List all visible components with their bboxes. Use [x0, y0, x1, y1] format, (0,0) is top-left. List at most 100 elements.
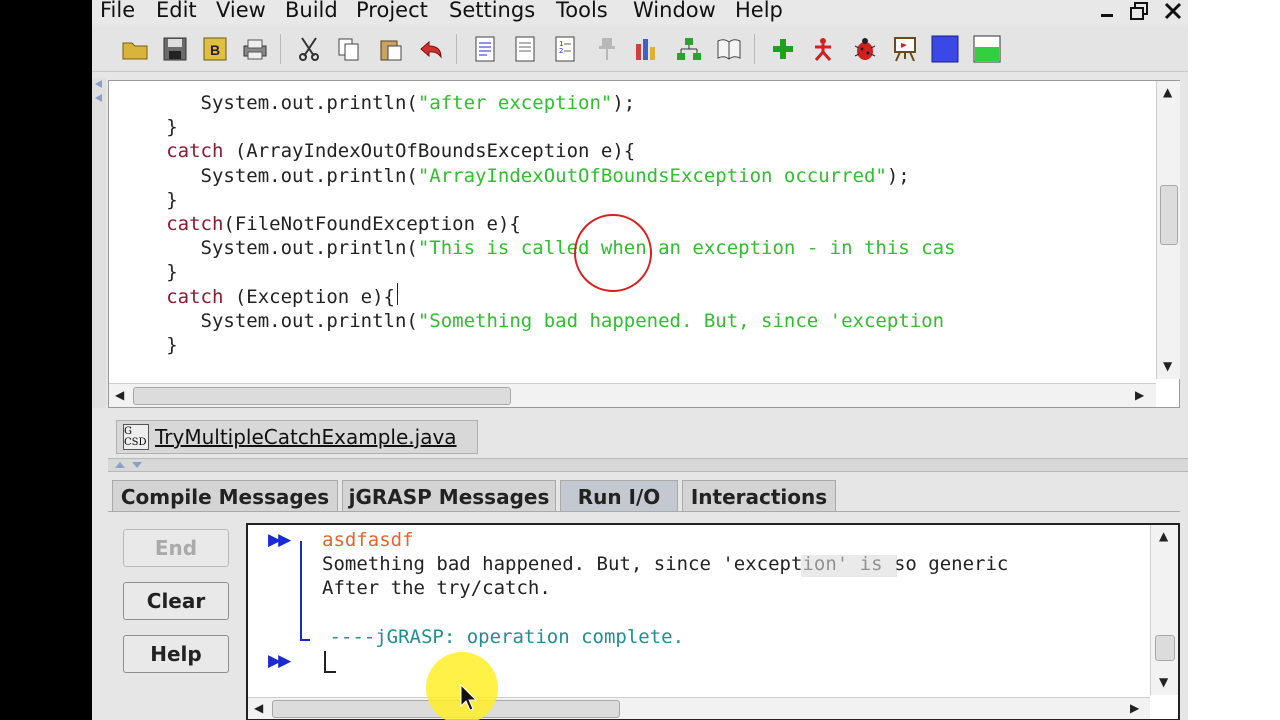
code-text: System.out.println(	[109, 92, 418, 114]
input-prompt-icon: ▶▶	[268, 651, 291, 671]
debug-bug-icon[interactable]	[848, 32, 882, 66]
editor-vertical-scrollbar[interactable]: ▲ ▼	[1156, 81, 1180, 379]
console-vscroll-thumb[interactable]	[1155, 635, 1175, 661]
console-output-line: After the try/catch.	[322, 577, 551, 599]
menu-settings[interactable]: Settings	[449, 0, 535, 22]
backup-icon[interactable]: B	[198, 32, 232, 66]
editor-horizontal-scrollbar[interactable]: ◀ ▶	[109, 383, 1156, 407]
scroll-right-arrow-icon[interactable]: ▶	[1135, 388, 1144, 402]
toolbar-separator	[280, 34, 281, 64]
annotation-circle	[574, 214, 652, 292]
code-text: System.out.println(	[109, 164, 418, 187]
toolbar-separator	[456, 34, 457, 64]
code-text: );	[886, 164, 910, 187]
code-text: System.out.println(	[109, 309, 418, 332]
paste-icon[interactable]	[374, 32, 408, 66]
output-bracket-foot	[300, 639, 310, 641]
code-text: }	[109, 261, 178, 284]
code-line[interactable]: catch (ArrayIndexOutOfBoundsException e)…	[109, 139, 1149, 163]
end-button[interactable]: End	[123, 529, 229, 567]
tab-interactions[interactable]: Interactions	[682, 480, 836, 512]
pane-splitter[interactable]	[108, 458, 1188, 472]
svg-text:B: B	[210, 42, 220, 58]
toolbar: B 12	[92, 26, 1188, 72]
gcsd-file-icon: G CSD	[123, 424, 149, 450]
scroll-right-arrow-icon[interactable]: ▶	[1130, 701, 1139, 715]
console-cursor-foot	[324, 671, 336, 673]
easel-icon[interactable]	[888, 32, 922, 66]
code-line[interactable]: }	[109, 188, 1149, 212]
run-io-panel: End Clear Help ▶▶ asdfasdf Something bad…	[108, 511, 1180, 720]
clear-button[interactable]: Clear	[123, 582, 229, 620]
green-square-icon[interactable]	[970, 32, 1004, 66]
scroll-up-arrow-icon[interactable]: ▲	[1159, 529, 1168, 543]
editor-hscroll-thumb[interactable]	[133, 387, 511, 405]
menu-help[interactable]: Help	[735, 0, 783, 22]
book-icon[interactable]	[712, 32, 746, 66]
code-keyword: catch	[166, 212, 224, 235]
scroll-down-arrow-icon[interactable]: ▼	[1163, 359, 1172, 373]
file-tab-bar: G CSD TryMultipleCatchExample.java	[108, 414, 1188, 458]
tab-run-io[interactable]: Run I/O	[560, 480, 678, 512]
code-keyword: catch	[166, 140, 224, 163]
plus-icon[interactable]	[766, 32, 800, 66]
minimize-icon[interactable]	[1092, 0, 1122, 22]
run-io-console[interactable]: ▶▶ asdfasdf Something bad happened. But,…	[246, 523, 1180, 720]
code-line[interactable]: }	[109, 333, 1149, 357]
code-text: }	[109, 116, 178, 139]
menu-project[interactable]: Project	[356, 0, 428, 22]
editor-gutter	[92, 78, 106, 408]
copy-icon[interactable]	[332, 32, 366, 66]
hierarchy-icon[interactable]	[672, 32, 706, 66]
console-input-text: asdfasdf	[322, 529, 414, 551]
document-lines-icon[interactable]	[508, 32, 542, 66]
svg-text:2: 2	[559, 47, 563, 55]
pin-icon[interactable]	[590, 32, 624, 66]
chart-icon[interactable]	[630, 32, 664, 66]
help-button[interactable]: Help	[123, 635, 229, 673]
scroll-up-arrow-icon[interactable]: ▲	[1163, 85, 1172, 99]
file-tab[interactable]: G CSD TryMultipleCatchExample.java	[116, 420, 478, 454]
menu-file[interactable]: File	[100, 0, 135, 22]
open-folder-icon[interactable]	[118, 32, 152, 66]
code-text: (Exception e){	[223, 285, 395, 308]
menu-view[interactable]: View	[216, 0, 266, 22]
code-text: );	[612, 92, 636, 114]
tab-jgrasp-messages[interactable]: jGRASP Messages	[342, 480, 556, 512]
scroll-down-arrow-icon[interactable]: ▼	[1159, 675, 1168, 689]
code-line[interactable]: System.out.println("Something bad happen…	[109, 309, 1149, 333]
editor-vscroll-thumb[interactable]	[1160, 185, 1178, 245]
console-cursor	[324, 651, 326, 673]
console-horizontal-scrollbar[interactable]: ◀ ▶	[248, 697, 1150, 719]
menu-window[interactable]: Window	[633, 0, 716, 22]
code-line[interactable]: }	[109, 115, 1149, 139]
code-line[interactable]: System.out.println("after exception");	[109, 91, 1149, 115]
cut-icon[interactable]	[292, 32, 326, 66]
operation-complete-text: ----jGRASP: operation complete.	[318, 626, 685, 648]
code-string: "This is called when an exception - in t…	[417, 237, 956, 260]
code-string: "after exception"	[417, 92, 613, 114]
close-icon[interactable]	[1158, 0, 1188, 22]
menu-edit[interactable]: Edit	[156, 0, 197, 22]
tab-compile-messages[interactable]: Compile Messages	[112, 480, 338, 512]
scroll-left-arrow-icon[interactable]: ◀	[254, 701, 263, 715]
menu-tools[interactable]: Tools	[556, 0, 608, 22]
code-line[interactable]: System.out.println("ArrayIndexOutOfBound…	[109, 164, 1149, 188]
restore-icon[interactable]	[1124, 0, 1154, 22]
undo-icon[interactable]	[414, 32, 448, 66]
document-icon[interactable]	[468, 32, 502, 66]
document-numbers-icon[interactable]: 12	[548, 32, 582, 66]
message-tabs: Compile Messages jGRASP Messages Run I/O…	[108, 476, 1188, 512]
blue-square-icon[interactable]	[928, 32, 962, 66]
menu-build[interactable]: Build	[285, 0, 338, 22]
code-text: }	[109, 188, 178, 211]
print-icon[interactable]	[238, 32, 272, 66]
save-icon[interactable]	[158, 32, 192, 66]
scroll-left-arrow-icon[interactable]: ◀	[115, 388, 124, 402]
run-figure-icon[interactable]	[806, 32, 840, 66]
code-string: "ArrayIndexOutOfBoundsException occurred…	[417, 164, 887, 187]
console-vertical-scrollbar[interactable]: ▲ ▼	[1150, 525, 1178, 695]
